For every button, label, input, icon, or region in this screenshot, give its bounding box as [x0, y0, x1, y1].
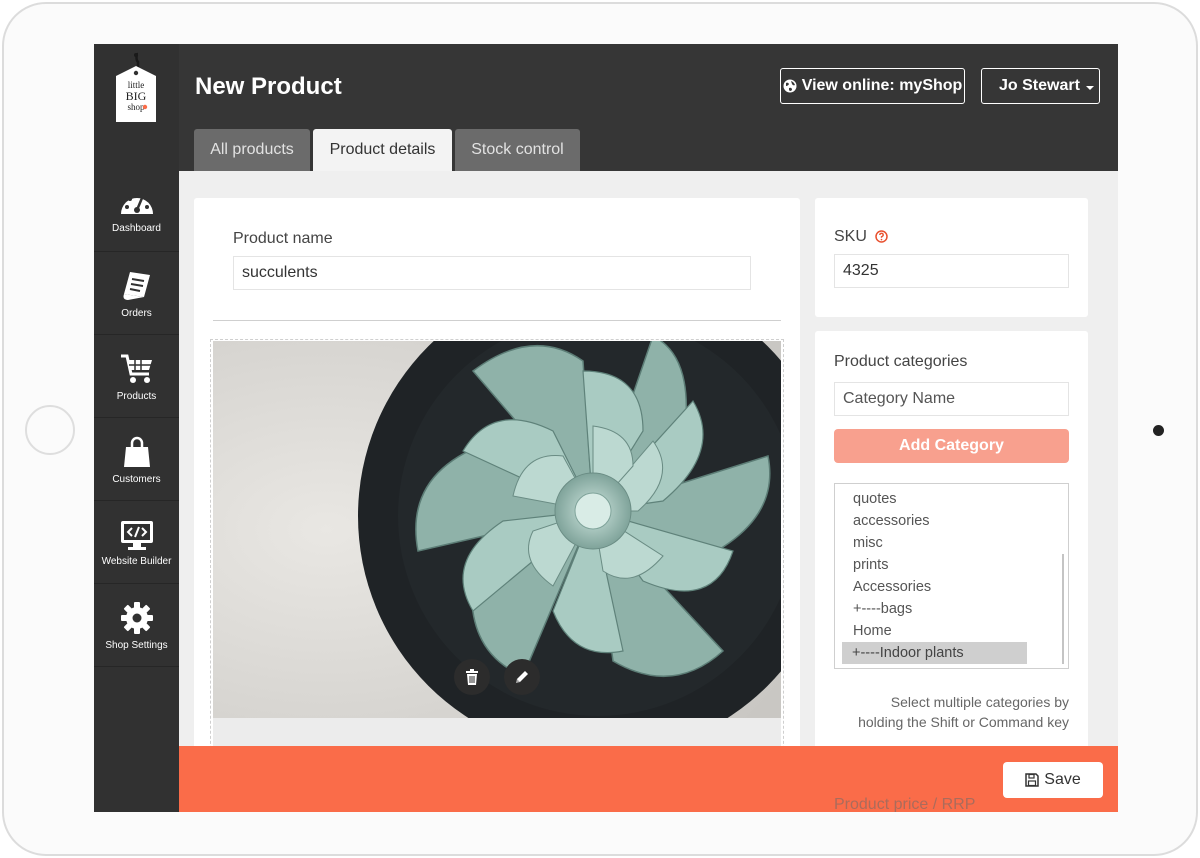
- product-name-input[interactable]: succulents: [233, 256, 751, 290]
- sidebar-item-label: Dashboard: [112, 222, 161, 234]
- sidebar-item-label: Products: [116, 390, 157, 402]
- sidebar-item-label: Orders: [121, 307, 152, 319]
- edit-image-button[interactable]: [504, 659, 540, 695]
- delete-image-button[interactable]: [454, 659, 490, 695]
- sidebar-item-label: Shop Settings: [105, 639, 168, 651]
- floppy-disk-icon: [1025, 773, 1040, 787]
- monitor-code-icon: [120, 520, 153, 550]
- list-item[interactable]: prints: [836, 554, 1028, 576]
- chevron-down-icon: [1086, 86, 1094, 90]
- shopping-bag-icon: [123, 436, 150, 467]
- save-bar: Save: [179, 746, 1118, 812]
- category-name-input[interactable]: Category Name: [834, 382, 1069, 416]
- shop-logo[interactable]: little BIG shop: [114, 52, 159, 122]
- sidebar-item-products[interactable]: Products: [94, 336, 179, 418]
- dashboard-gauge-icon: [120, 193, 153, 214]
- svg-text:BIG: BIG: [126, 89, 147, 103]
- product-main-card: Product name succulents: [194, 198, 800, 812]
- price-label: Product price / RRP: [834, 796, 976, 812]
- orders-receipt-icon: [123, 271, 150, 300]
- product-image: [213, 341, 781, 718]
- save-label: Save: [1044, 771, 1081, 788]
- tab-product-details[interactable]: Product details: [313, 129, 452, 171]
- sidebar-item-customers[interactable]: Customers: [94, 419, 179, 501]
- page-title: New Product: [195, 73, 342, 100]
- sidebar-item-orders[interactable]: Orders: [94, 253, 179, 335]
- help-icon[interactable]: [875, 230, 889, 244]
- view-online-button[interactable]: View online: myShop: [780, 68, 965, 104]
- user-name: Jo Stewart: [999, 77, 1080, 94]
- sku-card: SKU 4325: [815, 198, 1088, 317]
- category-listbox[interactable]: quotes accessories misc prints Accessori…: [834, 483, 1069, 669]
- save-button[interactable]: Save: [1003, 762, 1103, 798]
- list-item[interactable]: quotes: [836, 488, 1028, 510]
- sidebar-item-label: Website Builder: [101, 555, 172, 567]
- categories-card: Product categories Category Name Add Cat…: [815, 331, 1088, 771]
- top-header: New Product View online: myShop Jo Stewa…: [179, 44, 1118, 171]
- svg-text:shop: shop: [127, 102, 145, 112]
- list-item[interactable]: +----bags: [836, 598, 1028, 620]
- shopping-cart-icon: [120, 354, 152, 383]
- list-item[interactable]: accessories: [836, 510, 1028, 532]
- sidebar-item-shop-settings[interactable]: Shop Settings: [94, 585, 179, 667]
- sidebar-item-label: Customers: [112, 473, 161, 485]
- globe-icon: [783, 79, 797, 93]
- sku-input[interactable]: 4325: [834, 254, 1069, 288]
- product-name-label: Product name: [233, 230, 333, 247]
- view-online-label: View online: myShop: [801, 77, 963, 94]
- user-menu-button[interactable]: Jo Stewart: [981, 68, 1100, 104]
- list-item[interactable]: Home: [836, 620, 1028, 642]
- tablet-home-button: [25, 405, 75, 455]
- list-item-selected[interactable]: +----Indoor plants: [842, 642, 1027, 664]
- app-screen: little BIG shop Dashboard Orders Product…: [94, 44, 1118, 812]
- add-category-button[interactable]: Add Category: [834, 429, 1069, 463]
- sidebar-item-dashboard[interactable]: Dashboard: [94, 170, 179, 252]
- trash-icon: [466, 669, 478, 685]
- gear-icon: [120, 601, 153, 634]
- sidebar: little BIG shop Dashboard Orders Product…: [94, 44, 179, 812]
- listbox-scrollbar[interactable]: [1062, 554, 1064, 664]
- pencil-icon: [516, 671, 528, 683]
- list-item[interactable]: misc: [836, 532, 1028, 554]
- sidebar-item-website-builder[interactable]: Website Builder: [94, 502, 179, 584]
- tab-all-products[interactable]: All products: [194, 129, 310, 171]
- tab-stock-control[interactable]: Stock control: [455, 129, 580, 171]
- tablet-camera: [1153, 425, 1164, 436]
- section-divider: [213, 320, 781, 321]
- category-hint: Select multiple categories by holding th…: [858, 694, 1069, 730]
- list-item[interactable]: Accessories: [836, 576, 1028, 598]
- sku-label: SKU: [834, 228, 889, 246]
- categories-label: Product categories: [834, 353, 968, 370]
